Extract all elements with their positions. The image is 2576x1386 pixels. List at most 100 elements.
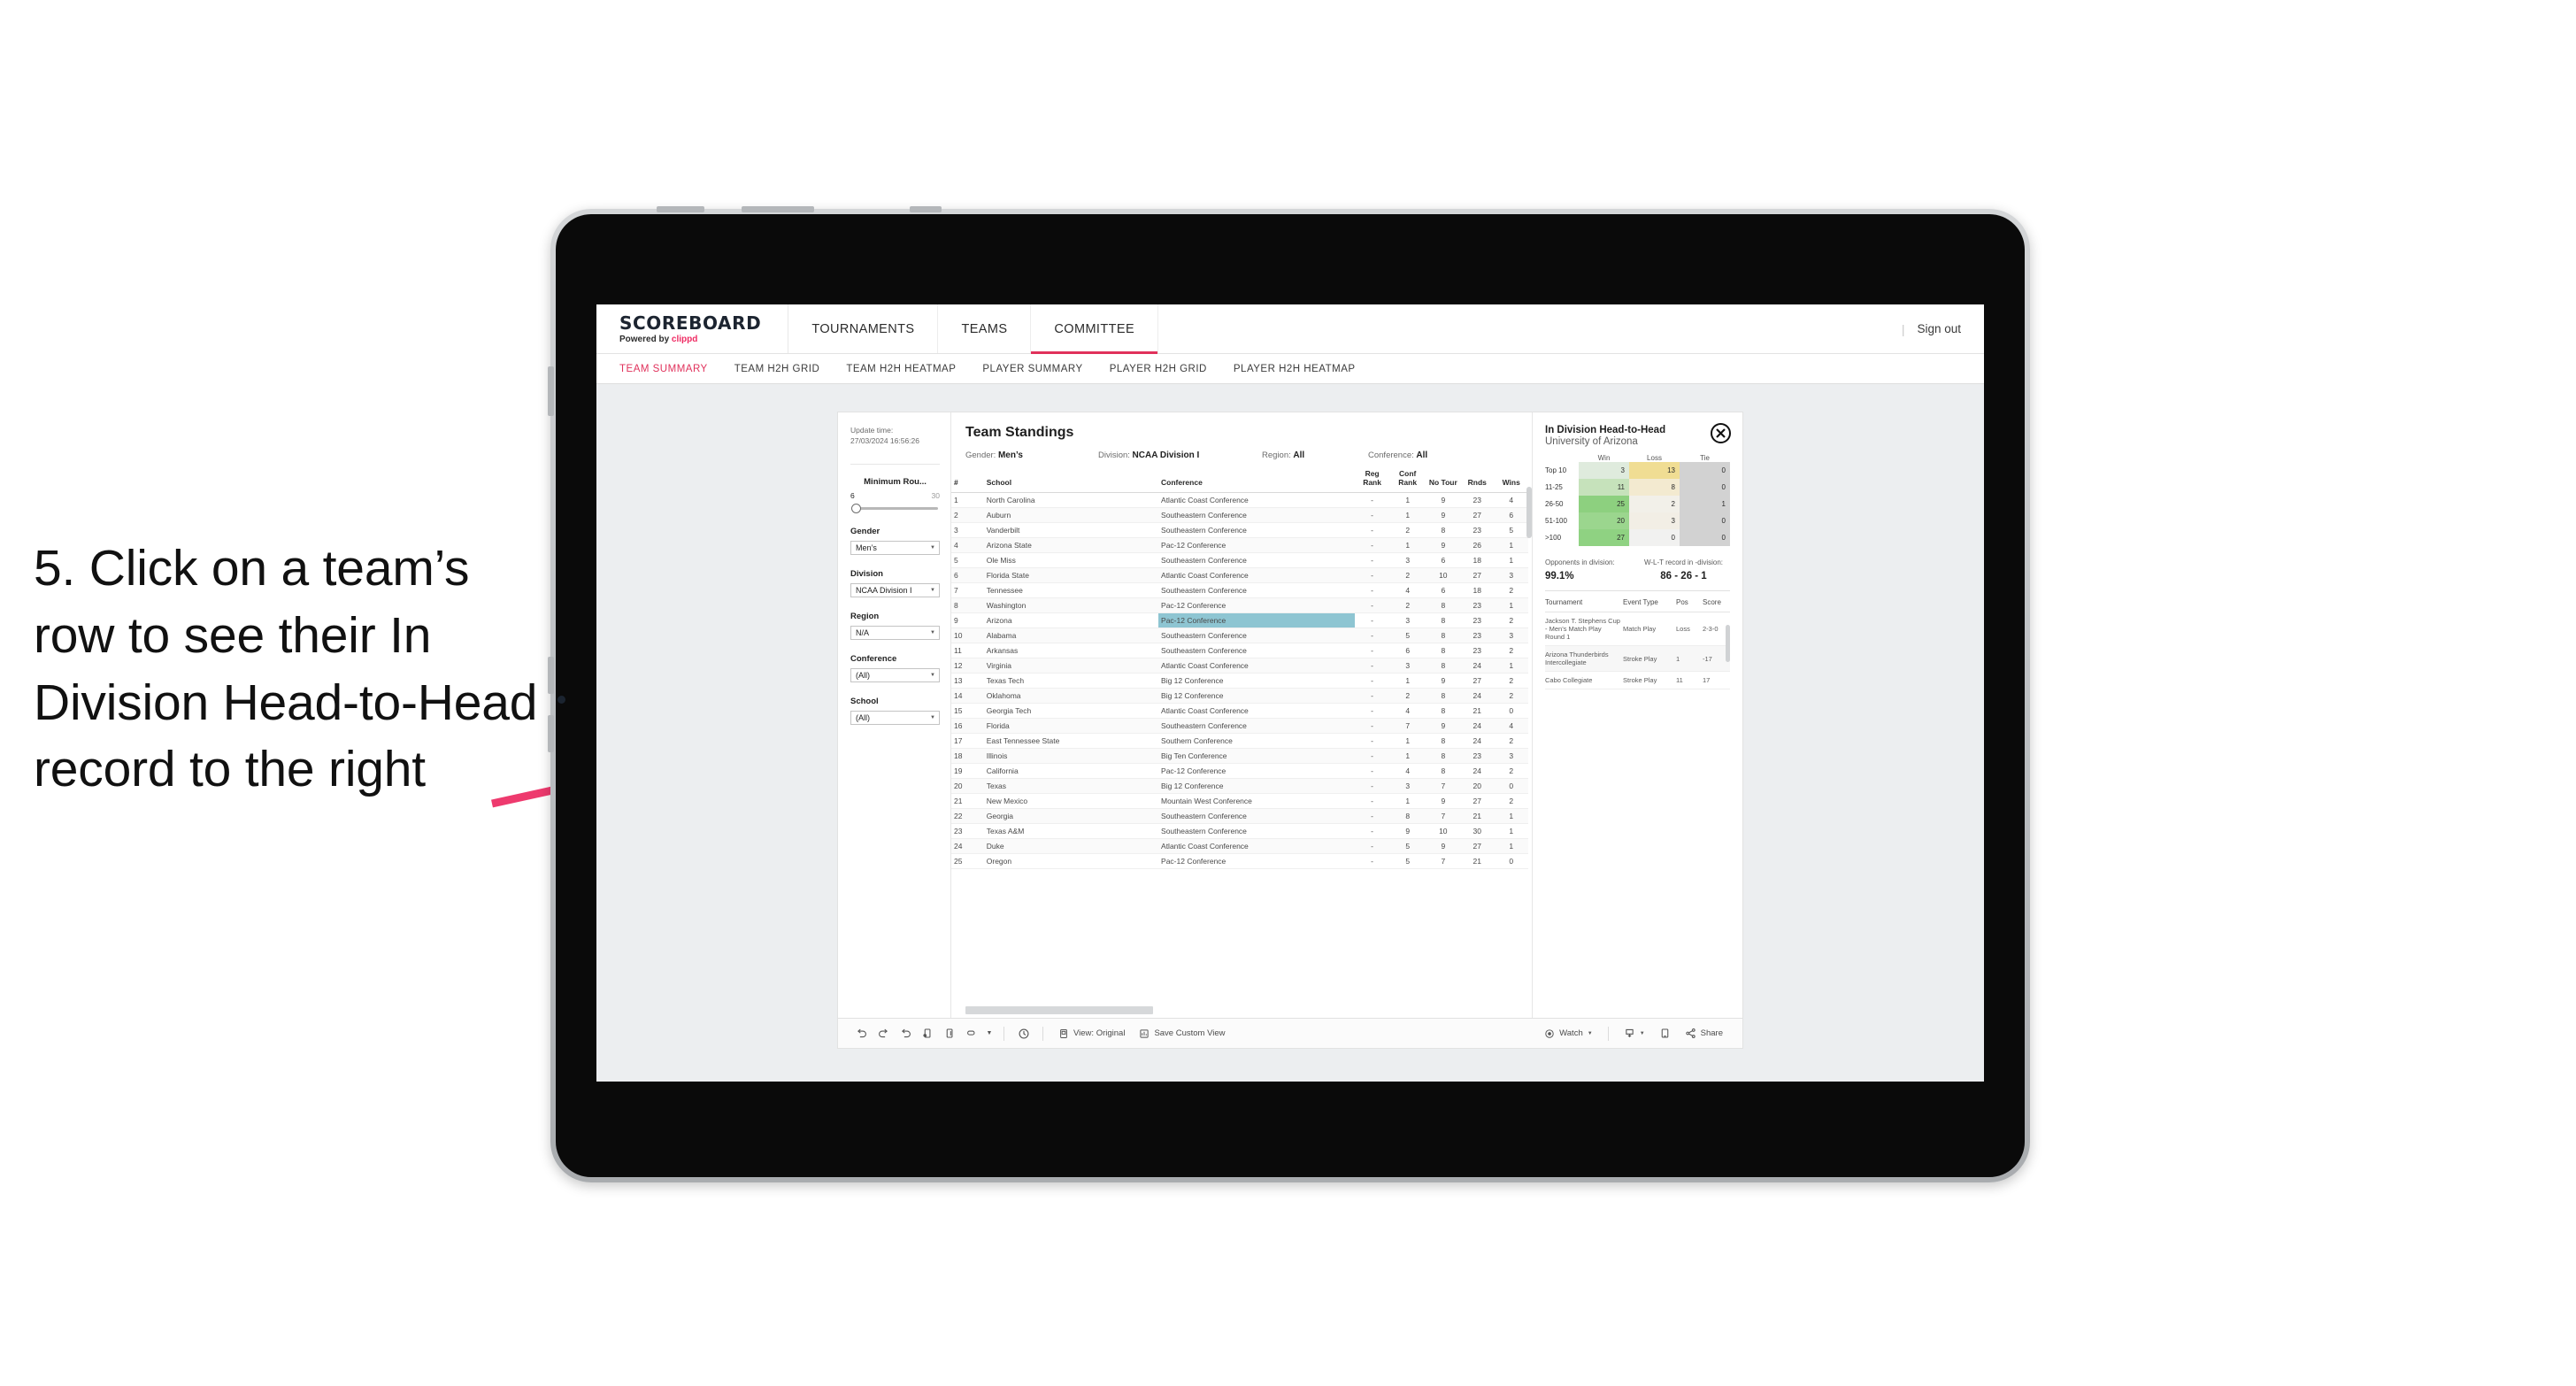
school-select[interactable]: (All) ▼: [850, 710, 940, 725]
heatmap-cell[interactable]: 0: [1629, 529, 1680, 546]
standings-vertical-scrollbar[interactable]: [1526, 487, 1532, 538]
col-rnds[interactable]: Rnds: [1460, 467, 1495, 493]
table-row[interactable]: Arizona Thunderbirds Intercollegiate Stro…: [1545, 645, 1730, 672]
heatmap-cell[interactable]: 0: [1680, 462, 1730, 479]
table-row[interactable]: 25 Oregon Pac-12 Conference -5 7 21 0: [951, 853, 1528, 869]
table-row[interactable]: 4 Arizona State Pac-12 Conference -1 9 26 1: [951, 537, 1528, 553]
heatmap-cell[interactable]: 3: [1629, 512, 1680, 529]
device-preview-button[interactable]: [1652, 1028, 1678, 1039]
share-button[interactable]: Share: [1678, 1028, 1730, 1039]
brand-logo[interactable]: SCOREBOARD Powered by clippd: [596, 304, 789, 353]
tab-team-h2h-heatmap[interactable]: TEAM H2H HEATMAP: [846, 364, 956, 374]
view-original-button[interactable]: View: Original: [1051, 1028, 1132, 1039]
table-row[interactable]: 9 Arizona Pac-12 Conference -3 8 23 2: [951, 612, 1528, 628]
gender-select[interactable]: Men’s ▼: [850, 540, 940, 555]
col-rank[interactable]: #: [951, 467, 984, 493]
revert-icon[interactable]: [895, 1028, 917, 1039]
heatmap-cell[interactable]: 0: [1680, 529, 1730, 546]
chevron-down-icon[interactable]: ▼: [983, 1030, 996, 1036]
heatmap-cell[interactable]: 2: [1629, 496, 1680, 512]
table-row[interactable]: 17 East Tennessee State Southern Conferenc…: [951, 733, 1528, 749]
table-row[interactable]: 20 Texas Big 12 Conference -3 7 20 0: [951, 778, 1528, 794]
heatmap-cell[interactable]: 13: [1629, 462, 1680, 479]
standings-table: # School Conference Reg Rank Conf Rank N…: [951, 467, 1528, 869]
heatmap-cell[interactable]: 8: [1629, 479, 1680, 496]
table-row[interactable]: 23 Texas A&M Southeastern Conference -9 10 30…: [951, 823, 1528, 839]
table-row[interactable]: 24 Duke Atlantic Coast Conference -5 9 27 1: [951, 838, 1528, 854]
heatmap-cell[interactable]: 0: [1680, 479, 1730, 496]
table-row[interactable]: 5 Ole Miss Southeastern Conference -3 6 18 1: [951, 552, 1528, 568]
school-cell: New Mexico: [983, 793, 1159, 809]
table-row[interactable]: 10 Alabama Southeastern Conference -5 8 23 3: [951, 628, 1528, 643]
col-reg-rank[interactable]: Reg Rank: [1355, 467, 1389, 493]
conf-rank-cell: 4: [1388, 582, 1426, 598]
col-conf-rank[interactable]: Conf Rank: [1388, 467, 1426, 493]
table-row[interactable]: Jackson T. Stephens Cup - Men’s Match Pl…: [1545, 612, 1730, 646]
tab-team-h2h-grid[interactable]: TEAM H2H GRID: [734, 364, 820, 374]
heatmap-cell[interactable]: 25: [1579, 496, 1629, 512]
col-school[interactable]: School: [983, 467, 1159, 493]
table-row[interactable]: 7 Tennessee Southeastern Conference -4 6 18 2: [951, 582, 1528, 598]
nav-item-teams[interactable]: TEAMS: [938, 304, 1032, 353]
table-row[interactable]: 1 North Carolina Atlantic Coast Conference…: [951, 492, 1528, 508]
refresh-icon[interactable]: [917, 1028, 939, 1039]
tab-team-summary[interactable]: TEAM SUMMARY: [619, 364, 708, 374]
col-no-tour[interactable]: No Tour: [1426, 467, 1461, 493]
tab-player-h2h-grid[interactable]: PLAYER H2H GRID: [1110, 364, 1207, 374]
table-row[interactable]: 12 Virginia Atlantic Coast Conference -3 8 24…: [951, 658, 1528, 674]
nav-item-tournaments[interactable]: TOURNAMENTS: [788, 304, 939, 353]
division-select[interactable]: NCAA Division I ▼: [850, 582, 940, 597]
heatmap-cell[interactable]: 27: [1579, 529, 1629, 546]
col-conference[interactable]: Conference: [1158, 467, 1356, 493]
table-row[interactable]: 14 Oklahoma Big 12 Conference -2 8 24 2: [951, 688, 1528, 704]
save-custom-view-button[interactable]: Save Custom View: [1132, 1028, 1232, 1039]
history-icon[interactable]: [1012, 1028, 1034, 1040]
tab-player-h2h-heatmap[interactable]: PLAYER H2H HEATMAP: [1234, 364, 1356, 374]
tournaments-vertical-scrollbar[interactable]: [1726, 625, 1730, 662]
table-row[interactable]: 16 Florida Southeastern Conference -7 9 24 4: [951, 718, 1528, 734]
heatmap-cell[interactable]: 3: [1579, 462, 1629, 479]
region-select[interactable]: N/A ▼: [850, 625, 940, 640]
col-pos[interactable]: Pos: [1676, 593, 1703, 612]
col-tournament[interactable]: Tournament: [1545, 593, 1623, 612]
table-row[interactable]: 11 Arkansas Southeastern Conference -6 8 23 2: [951, 643, 1528, 658]
nav-item-committee[interactable]: COMMITTEE: [1031, 304, 1159, 354]
conference-select[interactable]: (All) ▼: [850, 667, 940, 682]
redo-icon[interactable]: [873, 1028, 895, 1039]
table-row[interactable]: 21 New Mexico Mountain West Conference -1 9 2…: [951, 793, 1528, 809]
table-row[interactable]: 13 Texas Tech Big 12 Conference -1 9 27 2: [951, 673, 1528, 689]
no-tour-cell: 9: [1426, 492, 1461, 508]
table-row[interactable]: 2 Auburn Southeastern Conference -1 9 27 6: [951, 507, 1528, 523]
slider-handle[interactable]: [851, 503, 861, 513]
table-row[interactable]: Cabo Collegiate Stroke Play 11 17: [1545, 671, 1730, 689]
heatmap-cell[interactable]: 11: [1579, 479, 1629, 496]
table-row[interactable]: 3 Vanderbilt Southeastern Conference -2 8 23 5: [951, 522, 1528, 538]
heatmap-cell[interactable]: 0: [1680, 512, 1730, 529]
standings-table-scroll[interactable]: # School Conference Reg Rank Conf Rank N…: [951, 467, 1532, 1001]
table-row[interactable]: 19 California Pac-12 Conference -4 8 24 2: [951, 763, 1528, 779]
download-button[interactable]: ▼: [1617, 1028, 1652, 1039]
table-row[interactable]: 18 Illinois Big Ten Conference -1 8 23 3: [951, 748, 1528, 764]
tournaments-scroll[interactable]: Tournament Event Type Pos Score Jackson …: [1545, 591, 1730, 689]
pause-icon[interactable]: [939, 1028, 961, 1039]
heatmap-cell[interactable]: 20: [1579, 512, 1629, 529]
close-icon[interactable]: [1711, 423, 1731, 443]
no-tour-cell: 9: [1426, 718, 1461, 734]
table-row[interactable]: 6 Florida State Atlantic Coast Conference -…: [951, 567, 1528, 583]
table-row[interactable]: 22 Georgia Southeastern Conference -8 7 21 1: [951, 808, 1528, 824]
undo-icon[interactable]: [850, 1028, 873, 1039]
col-score[interactable]: Score: [1703, 593, 1730, 612]
table-row[interactable]: 15 Georgia Tech Atlantic Coast Conference -…: [951, 703, 1528, 719]
highlight-icon[interactable]: [961, 1028, 983, 1039]
table-row[interactable]: 8 Washington Pac-12 Conference -2 8 23 1: [951, 597, 1528, 613]
heatmap-row-label: 11-25: [1545, 483, 1563, 491]
heatmap-cell[interactable]: 1: [1680, 496, 1730, 512]
watch-button[interactable]: Watch ▼: [1537, 1028, 1600, 1039]
standings-horizontal-scrollbar[interactable]: [965, 1006, 1153, 1014]
sign-out-link[interactable]: Sign out: [1917, 322, 1961, 335]
conference-cell: Pac-12 Conference: [1158, 612, 1356, 628]
col-wins[interactable]: Wins: [1494, 467, 1528, 493]
min-rounds-slider[interactable]: [850, 503, 940, 513]
tab-player-summary[interactable]: PLAYER SUMMARY: [982, 364, 1082, 374]
col-event-type[interactable]: Event Type: [1623, 593, 1676, 612]
